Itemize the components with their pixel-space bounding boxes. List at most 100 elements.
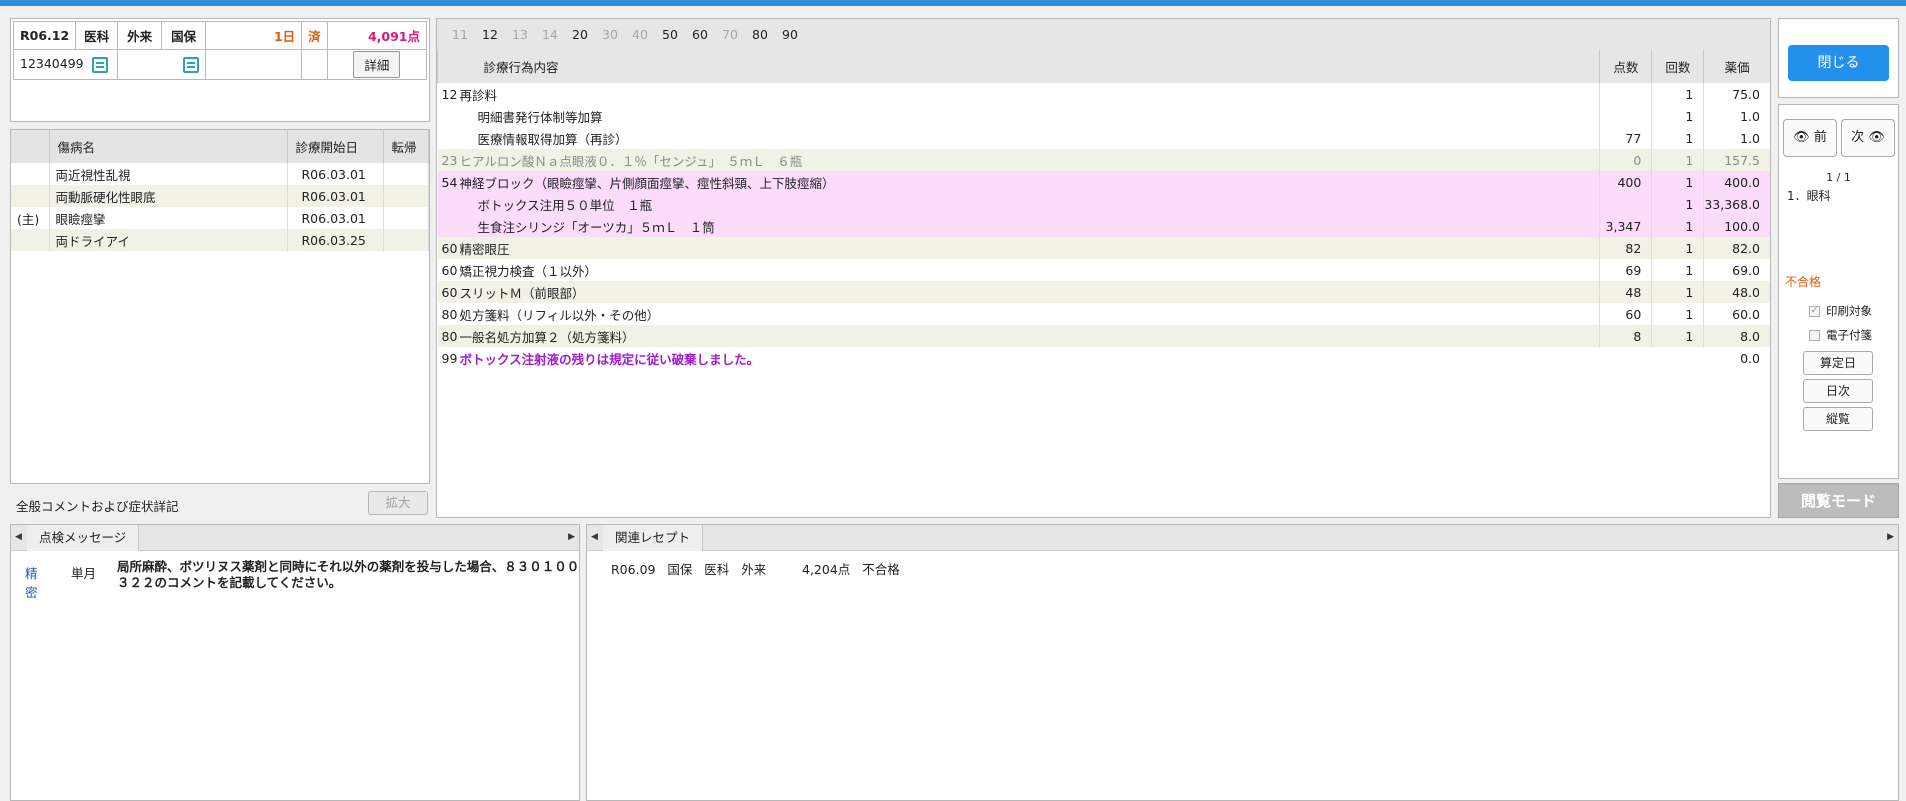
tab-30[interactable]: 30 — [595, 27, 625, 42]
table-row[interactable]: 60 矯正視力検査（１以外） 69 1 69.0 — [438, 259, 1770, 281]
main-mark — [11, 229, 50, 251]
table-row[interactable]: 明細書発行体制等加算 1 1.0 — [438, 105, 1770, 127]
tab-80[interactable]: 80 — [745, 27, 775, 42]
start-date: R06.03.01 — [287, 163, 384, 185]
start-date: R06.03.01 — [287, 207, 384, 229]
expand-button[interactable]: 拡大 — [368, 491, 428, 515]
main-mark — [11, 163, 50, 185]
procedure-name: ボトックス注用５０単位 １瓶 — [459, 193, 1600, 215]
tab-60[interactable]: 60 — [685, 27, 715, 42]
disease-name: 眼瞼痙攣 — [49, 207, 288, 229]
tab-70[interactable]: 70 — [715, 27, 745, 42]
view-mode-badge: 閲覧モード — [1778, 483, 1899, 518]
print-target-checkbox[interactable]: ✓ 印刷対象 — [1809, 303, 1872, 319]
count: 1 — [1651, 149, 1704, 171]
department-item[interactable]: 1．眼科 — [1787, 187, 1831, 204]
price-header[interactable]: 薬価 — [1703, 49, 1770, 83]
related-receipt-tabbar: ◀ 関連レセプト ▶ — [587, 525, 1898, 551]
detail-button[interactable]: 詳細 — [353, 51, 401, 78]
main-column-header — [11, 130, 50, 163]
points: 0 — [1599, 149, 1652, 171]
close-button[interactable]: 閉じる — [1788, 45, 1889, 81]
eye-icon: 👁 — [1793, 130, 1810, 145]
document-icon[interactable] — [183, 56, 200, 73]
table-row[interactable]: 23 ヒアルロン酸Ｎａ点眼液０．１％「センジュ」 ５ｍＬ ６瓶 0 1 157.… — [437, 149, 1770, 171]
points-cell: 4,091点 — [326, 21, 428, 50]
e-attach-checkbox[interactable]: 電子付箋 — [1809, 327, 1872, 343]
points: 8 — [1599, 325, 1652, 347]
next-button[interactable]: 次 👁 — [1841, 119, 1895, 157]
tab-check-messages[interactable]: 点検メッセージ — [27, 525, 140, 551]
tab-related-receipts[interactable]: 関連レセプト — [603, 525, 704, 551]
procedure-table: 診療行為内容 点数 回数 薬価 12 再診料 1 75.0 明細書発行体制等加算… — [437, 49, 1770, 369]
main-mark: (主) — [11, 207, 50, 229]
daily-button[interactable]: 日次 — [1803, 379, 1873, 403]
price: 60.0 — [1703, 303, 1770, 325]
points: 3,347 — [1599, 215, 1652, 237]
start-date-header[interactable]: 診療開始日 — [287, 130, 384, 163]
tab-14[interactable]: 14 — [535, 27, 565, 42]
count: 1 — [1651, 215, 1704, 237]
points: 69 — [1599, 259, 1652, 281]
disease-name-header[interactable]: 傷病名 — [49, 130, 288, 163]
table-row[interactable]: (主) 眼瞼痙攣 R06.03.01 — [11, 207, 429, 229]
table-row[interactable]: 両ドライアイ R06.03.25 — [11, 229, 429, 251]
days-cell: 1日 — [205, 21, 303, 50]
tab-90[interactable]: 90 — [775, 27, 805, 42]
related-receipt-panel: ◀ 関連レセプト ▶ R06.09 国保 医科 外来 4,204点 不合格 — [586, 524, 1899, 801]
visit-type-cell: 外来 — [117, 21, 163, 50]
outcome-header[interactable]: 転帰 — [383, 130, 429, 163]
calc-day-button[interactable]: 算定日 — [1803, 351, 1873, 375]
related-receipt-row[interactable]: R06.09 国保 医科 外来 4,204点 不合格 — [611, 559, 900, 578]
count-header[interactable]: 回数 — [1651, 49, 1704, 83]
tab-13[interactable]: 13 — [505, 27, 535, 42]
count: 1 — [1651, 237, 1704, 259]
disease-name: 両近視性乱視 — [49, 163, 288, 185]
table-row[interactable]: 医療情報取得加算（再診） 77 1 1.0 — [438, 127, 1770, 149]
points — [1599, 105, 1652, 127]
price: 48.0 — [1703, 281, 1770, 303]
table-row[interactable]: 99 ボトックス注射液の残りは規定に従い破棄しました。 0.0 — [438, 347, 1771, 369]
scroll-left-icon[interactable]: ◀ — [15, 532, 22, 542]
table-row[interactable]: ボトックス注用５０単位 １瓶 1 33,368.0 — [437, 193, 1770, 215]
document-icon[interactable] — [91, 56, 108, 73]
category-cell: 医科 — [75, 21, 119, 50]
code: 60 — [441, 262, 458, 278]
procedure-name: ヒアルロン酸Ｎａ点眼液０．１％「センジュ」 ５ｍＬ ６瓶 — [459, 149, 1600, 171]
tab-12[interactable]: 12 — [475, 27, 505, 42]
table-row[interactable]: 54 神経ブロック（眼瞼痙攣、片側顔面痙攣、痙性斜頸、上下肢痙縮） 400 1 … — [437, 171, 1770, 193]
table-row[interactable]: 生食注シリンジ「オーツカ」５ｍＬ １筒 3,347 1 100.0 — [437, 215, 1770, 237]
tab-20[interactable]: 20 — [565, 27, 595, 42]
points-header[interactable]: 点数 — [1599, 49, 1652, 83]
count: 1 — [1651, 83, 1704, 105]
procedure-name: 再診料 — [459, 87, 498, 103]
procedure-name: 生食注シリンジ「オーツカ」５ｍＬ １筒 — [459, 215, 1600, 237]
insurance-cell: 国保 — [161, 21, 207, 50]
scroll-right-icon[interactable]: ▶ — [1887, 532, 1894, 542]
procedure-name-header[interactable]: 診療行為内容 — [459, 49, 1600, 83]
table-row[interactable]: 12 再診料 1 75.0 — [438, 83, 1770, 105]
vertical-view-button[interactable]: 縦覧 — [1803, 407, 1873, 431]
count: 1 — [1651, 171, 1704, 193]
table-row[interactable]: 両動脈硬化性眼底 R06.03.01 — [11, 185, 429, 207]
table-row[interactable]: 60 精密眼圧 82 1 82.0 — [437, 237, 1770, 259]
scroll-right-icon[interactable]: ▶ — [568, 532, 575, 542]
tab-40[interactable]: 40 — [625, 27, 655, 42]
code — [437, 215, 460, 237]
scroll-left-icon[interactable]: ◀ — [591, 532, 598, 542]
price: 82.0 — [1703, 237, 1770, 259]
prev-button[interactable]: 👁 前 — [1783, 119, 1837, 157]
count: 1 — [1651, 127, 1704, 149]
eye-icon: 👁 — [1868, 130, 1885, 145]
outcome — [383, 229, 429, 251]
table-row[interactable]: 両近視性乱視 R06.03.01 — [11, 163, 429, 185]
points — [1599, 83, 1652, 105]
detail-cell: 詳細 — [326, 49, 428, 80]
tab-11[interactable]: 11 — [445, 27, 475, 42]
table-row[interactable]: 60 スリットＭ（前眼部） 48 1 48.0 — [437, 281, 1770, 303]
tab-50[interactable]: 50 — [655, 27, 685, 42]
table-row[interactable]: 80 一般名処方加算２（処方箋料） 8 1 8.0 — [437, 325, 1770, 347]
table-row[interactable]: 80 処方箋料（リフィル以外・その他） 60 1 60.0 — [438, 303, 1770, 325]
close-box: 閉じる — [1778, 18, 1899, 98]
page-indicator: 1 / 1 — [1826, 171, 1851, 184]
